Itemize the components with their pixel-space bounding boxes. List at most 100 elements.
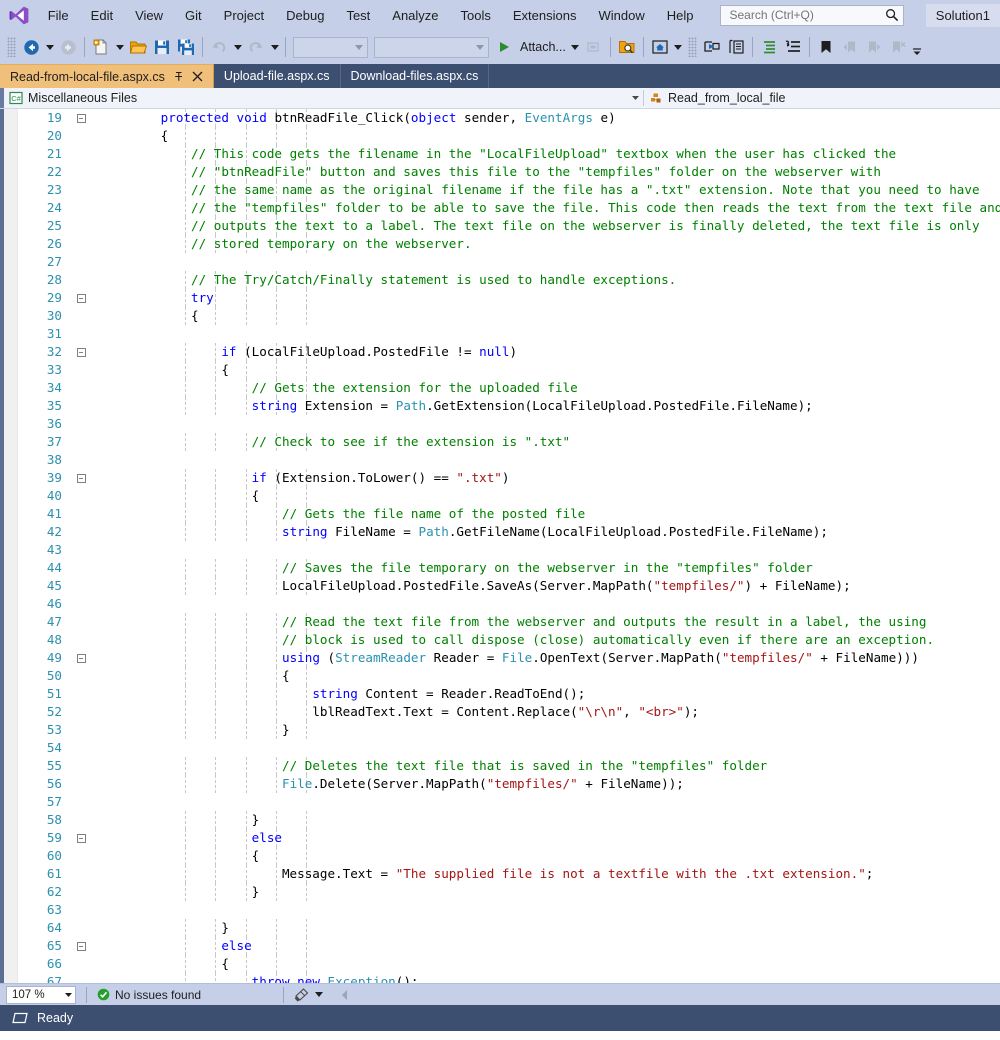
code-line[interactable]: 26 // stored temporary on the webserver. [18, 235, 1000, 253]
menu-help[interactable]: Help [656, 4, 705, 27]
code-line[interactable]: 41 // Gets the file name of the posted f… [18, 505, 1000, 523]
code-line[interactable]: 19 protected void btnReadFile_Click(obje… [18, 109, 1000, 127]
code-line[interactable]: 23 // the same name as the original file… [18, 181, 1000, 199]
code-line[interactable]: 53 } [18, 721, 1000, 739]
toolbar-grip[interactable] [7, 37, 16, 57]
code-line[interactable]: 39 if (Extension.ToLower() == ".txt") [18, 469, 1000, 487]
step-out-icon[interactable] [724, 35, 748, 59]
menu-window[interactable]: Window [587, 4, 655, 27]
find-in-files-icon[interactable] [615, 35, 639, 59]
zoom-level-combo[interactable]: 107 % [6, 985, 76, 1004]
save-all-icon[interactable] [174, 35, 198, 59]
collapse-outline-icon[interactable] [76, 941, 86, 951]
toolbar-overflow-icon[interactable] [910, 35, 924, 59]
code-line[interactable]: 37 // Check to see if the extension is "… [18, 433, 1000, 451]
code-line[interactable]: 54 [18, 739, 1000, 757]
outlining-margin-cell[interactable] [68, 113, 94, 123]
menu-analyze[interactable]: Analyze [381, 4, 449, 27]
collapse-outline-icon[interactable] [76, 293, 86, 303]
code-line[interactable]: 58 } [18, 811, 1000, 829]
code-line[interactable]: 33 { [18, 361, 1000, 379]
menu-debug[interactable]: Debug [275, 4, 335, 27]
code-line[interactable]: 49 using (StreamReader Reader = File.Ope… [18, 649, 1000, 667]
zoom-chevron-down-icon[interactable] [65, 992, 72, 997]
project-selector[interactable]: C# Miscellaneous Files [4, 88, 627, 108]
code-cleanup-control[interactable] [294, 987, 324, 1002]
pin-icon[interactable] [173, 71, 184, 82]
menu-test[interactable]: Test [335, 4, 381, 27]
preview-in-browser-icon[interactable] [648, 35, 672, 59]
code-line[interactable]: 30 { [18, 307, 1000, 325]
code-cleanup-chevron-down-icon[interactable] [315, 992, 324, 997]
close-icon[interactable] [192, 71, 203, 82]
play-icon[interactable] [492, 35, 516, 59]
menu-project[interactable]: Project [213, 4, 275, 27]
step-into-icon[interactable] [700, 35, 724, 59]
code-line[interactable]: 50 { [18, 667, 1000, 685]
code-line[interactable]: 67 throw new Exception(); [18, 973, 1000, 983]
code-line[interactable]: 52 lblReadText.Text = Content.Replace("\… [18, 703, 1000, 721]
code-editor[interactable]: 19 protected void btnReadFile_Click(obje… [0, 109, 1000, 983]
code-line[interactable]: 61 Message.Text = "The supplied file is … [18, 865, 1000, 883]
code-line[interactable]: 20 { [18, 127, 1000, 145]
menu-tools[interactable]: Tools [450, 4, 502, 27]
bookmark-icon[interactable] [814, 35, 838, 59]
code-line[interactable]: 40 { [18, 487, 1000, 505]
menu-edit[interactable]: Edit [80, 4, 124, 27]
code-line[interactable]: 28 // The Try/Catch/Finally statement is… [18, 271, 1000, 289]
code-line[interactable]: 63 [18, 901, 1000, 919]
code-line[interactable]: 44 // Saves the file temporary on the we… [18, 559, 1000, 577]
outlining-margin-cell[interactable] [68, 941, 94, 951]
code-line[interactable]: 65 else [18, 937, 1000, 955]
code-line[interactable]: 66 { [18, 955, 1000, 973]
solution-platform-combo[interactable] [374, 36, 489, 58]
code-line[interactable]: 60 { [18, 847, 1000, 865]
global-search-box[interactable] [720, 4, 904, 26]
code-line[interactable]: 24 // the "tempfiles" folder to be able … [18, 199, 1000, 217]
navigate-back-icon[interactable] [19, 35, 43, 59]
menu-git[interactable]: Git [174, 4, 213, 27]
open-file-icon[interactable] [126, 35, 150, 59]
code-line[interactable]: 45 LocalFileUpload.PostedFile.SaveAs(Ser… [18, 577, 1000, 595]
search-input[interactable] [727, 7, 883, 23]
code-text-area[interactable]: 19 protected void btnReadFile_Click(obje… [18, 109, 1000, 983]
new-file-icon[interactable] [89, 35, 113, 59]
uncomment-selection-icon[interactable] [781, 35, 805, 59]
code-line[interactable]: 42 string FileName = Path.GetFileName(Lo… [18, 523, 1000, 541]
code-line[interactable]: 51 string Content = Reader.ReadToEnd(); [18, 685, 1000, 703]
code-line[interactable]: 25 // outputs the text to a label. The t… [18, 217, 1000, 235]
code-line[interactable]: 55 // Deletes the text file that is save… [18, 757, 1000, 775]
outlining-margin-cell[interactable] [68, 473, 94, 483]
issues-status[interactable]: No issues found [97, 988, 201, 1002]
tab-download-files[interactable]: Download-files.aspx.cs [340, 64, 490, 88]
code-line[interactable]: 31 [18, 325, 1000, 343]
undo-dropdown[interactable] [231, 35, 244, 59]
code-line[interactable]: 27 [18, 253, 1000, 271]
code-line[interactable]: 43 [18, 541, 1000, 559]
redo-dropdown[interactable] [268, 35, 281, 59]
outlining-margin-cell[interactable] [68, 833, 94, 843]
collapse-outline-icon[interactable] [76, 347, 86, 357]
outlining-margin-cell[interactable] [68, 653, 94, 663]
code-line[interactable]: 56 File.Delete(Server.MapPath("tempfiles… [18, 775, 1000, 793]
collapse-outline-icon[interactable] [76, 113, 86, 123]
outlining-margin-cell[interactable] [68, 293, 94, 303]
code-line[interactable]: 46 [18, 595, 1000, 613]
code-line[interactable]: 62 } [18, 883, 1000, 901]
code-line[interactable]: 47 // Read the text file from the webser… [18, 613, 1000, 631]
member-selector[interactable]: Read_from_local_file [644, 88, 1000, 108]
code-line[interactable]: 32 if (LocalFileUpload.PostedFile != nul… [18, 343, 1000, 361]
tab-read-from-local-file[interactable]: Read-from-local-file.aspx.cs [0, 64, 214, 88]
menu-extensions[interactable]: Extensions [502, 4, 588, 27]
code-line[interactable]: 29 try [18, 289, 1000, 307]
code-cleanup-icon[interactable] [294, 987, 310, 1002]
save-icon[interactable] [150, 35, 174, 59]
menu-view[interactable]: View [124, 4, 174, 27]
toolbar-grip[interactable] [687, 37, 697, 57]
code-line[interactable]: 35 string Extension = Path.GetExtension(… [18, 397, 1000, 415]
solution-configuration-combo[interactable] [293, 36, 368, 58]
project-selector-chevron-down-icon[interactable] [627, 88, 643, 108]
code-line[interactable]: 48 // block is used to call dispose (clo… [18, 631, 1000, 649]
navigate-back-dropdown[interactable] [43, 35, 56, 59]
tab-upload-file[interactable]: Upload-file.aspx.cs [213, 64, 341, 88]
